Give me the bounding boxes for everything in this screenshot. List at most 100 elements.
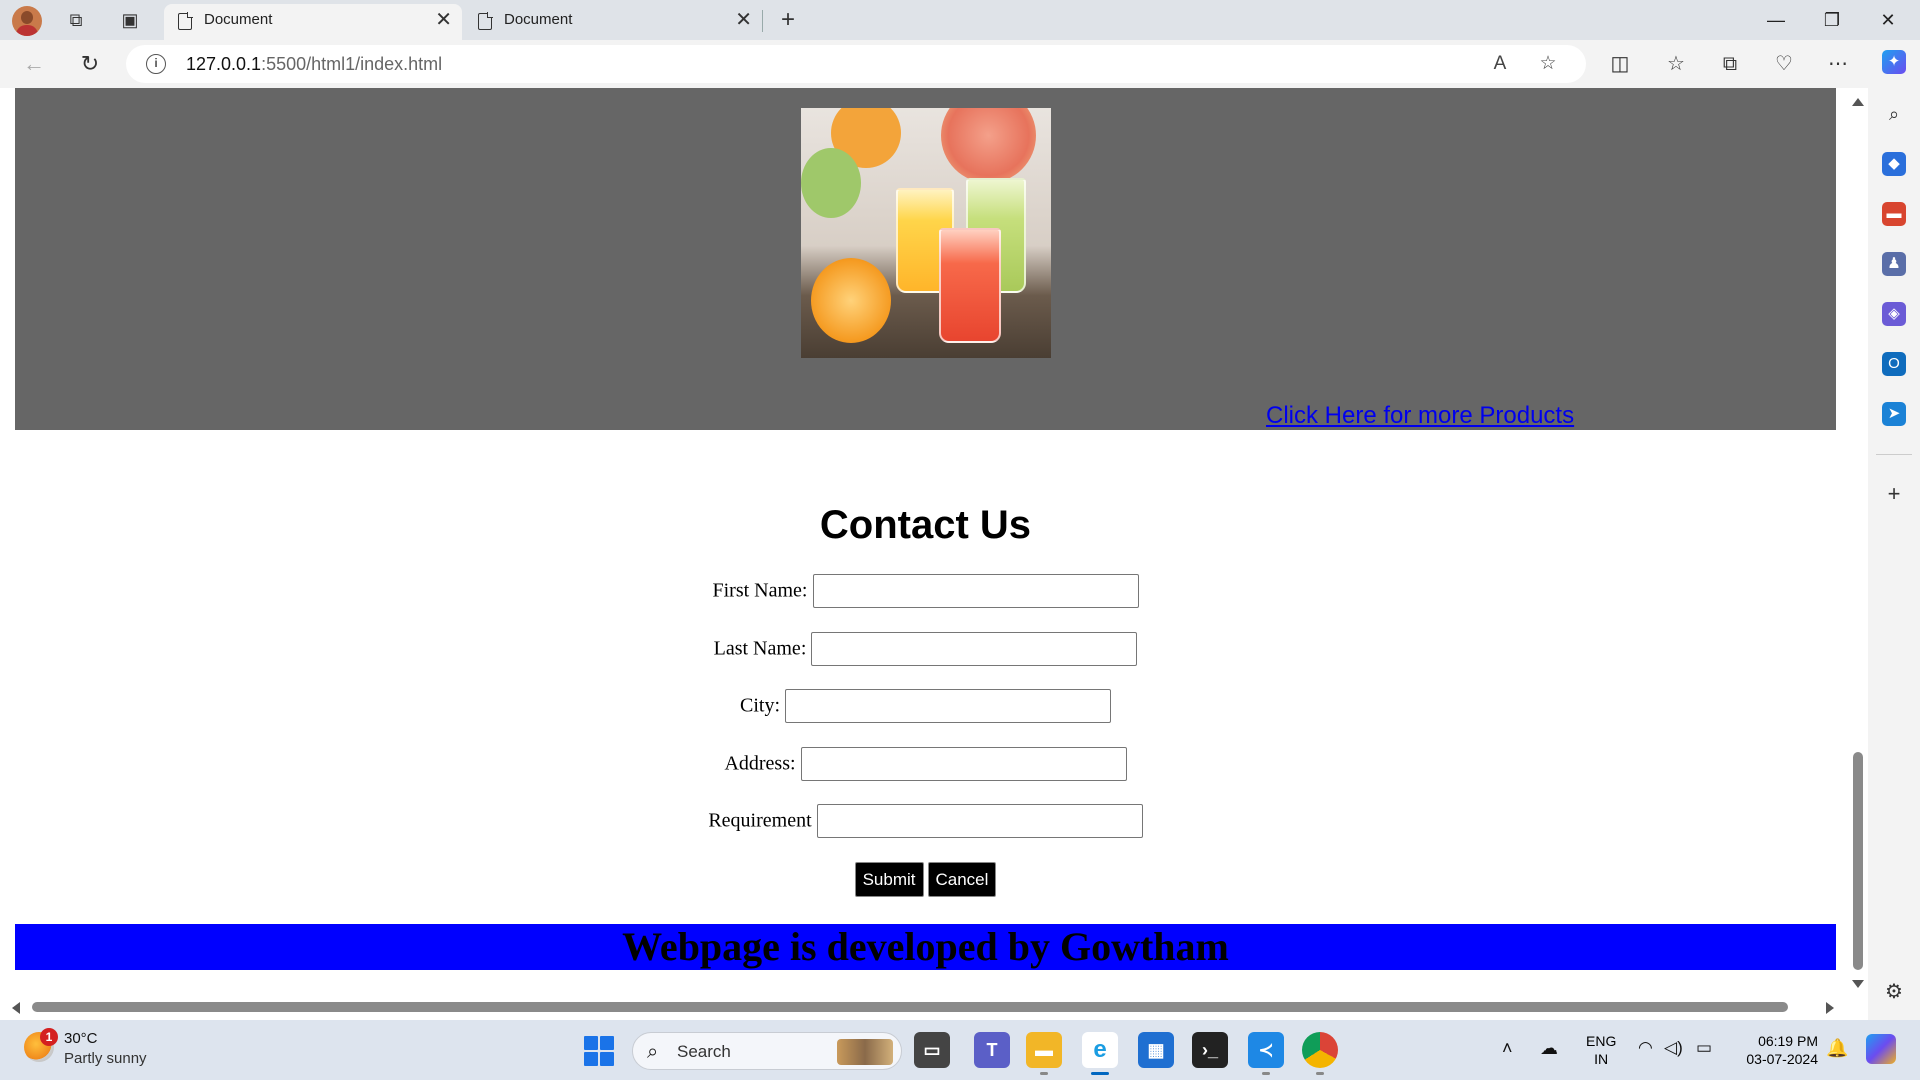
submit-button[interactable]: Submit bbox=[854, 862, 924, 897]
file-explorer-icon[interactable]: ▬ bbox=[1026, 1032, 1062, 1068]
horizontal-scrollbar[interactable] bbox=[0, 994, 1848, 1020]
more-menu-icon[interactable]: ⋯ bbox=[1822, 48, 1854, 80]
workspaces-icon[interactable]: ⧉ bbox=[64, 8, 88, 32]
start-tile bbox=[584, 1052, 598, 1066]
profile-avatar[interactable] bbox=[12, 6, 42, 36]
address-bar[interactable]: i 127.0.0.1:5500/html1/index.html A ☆ bbox=[126, 45, 1586, 83]
search-highlight-image bbox=[837, 1039, 893, 1065]
app-running-indicator bbox=[1262, 1072, 1270, 1075]
scroll-up-arrow[interactable] bbox=[1852, 98, 1864, 106]
first-name-label: First Name: bbox=[712, 579, 808, 602]
send-icon[interactable]: ➤ bbox=[1882, 402, 1906, 426]
first-name-row: First Name: bbox=[0, 574, 1851, 608]
weather-description[interactable]: Partly sunny bbox=[64, 1050, 147, 1067]
scroll-right-arrow[interactable] bbox=[1826, 1002, 1834, 1014]
city-label: City: bbox=[739, 694, 780, 717]
teams-icon[interactable]: T bbox=[974, 1032, 1010, 1068]
tab-actions-icon[interactable]: ▣ bbox=[118, 8, 142, 32]
start-tile bbox=[600, 1036, 614, 1050]
requirement-input[interactable] bbox=[816, 804, 1143, 838]
games-icon[interactable]: ♟ bbox=[1882, 252, 1906, 276]
copilot-taskbar-icon[interactable] bbox=[1866, 1034, 1896, 1064]
start-tile bbox=[584, 1036, 598, 1050]
close-tab-icon[interactable]: ✕ bbox=[435, 4, 452, 36]
outlook-icon[interactable]: O bbox=[1882, 352, 1906, 376]
battery-icon[interactable]: ▭ bbox=[1696, 1038, 1712, 1080]
settings-icon[interactable]: ⚙ bbox=[1882, 980, 1906, 1004]
minimize-button[interactable]: — bbox=[1748, 0, 1804, 40]
favorites-icon[interactable]: ☆ bbox=[1660, 48, 1692, 80]
avatar-shirt bbox=[16, 25, 38, 36]
add-icon[interactable]: + bbox=[1882, 482, 1906, 506]
shopping-tag-icon[interactable]: ◆ bbox=[1882, 152, 1906, 176]
horizontal-scroll-thumb[interactable] bbox=[32, 1002, 1788, 1012]
language-indicator[interactable]: ENG IN bbox=[1586, 1032, 1616, 1068]
browser-title-bar: ⧉ ▣ Document ✕ Document ✕ + — ❐ ✕ bbox=[0, 0, 1920, 40]
city-input[interactable] bbox=[785, 689, 1111, 723]
url-text[interactable]: 127.0.0.1:5500/html1/index.html bbox=[186, 54, 442, 75]
site-info-icon[interactable]: i bbox=[146, 54, 166, 74]
close-window-button[interactable]: ✕ bbox=[1860, 0, 1916, 40]
favorite-star-icon[interactable]: ☆ bbox=[1536, 52, 1560, 76]
url-path: :5500/html1/index.html bbox=[261, 54, 443, 74]
requirement-row: Requirement bbox=[0, 804, 1851, 838]
vscode-icon[interactable]: ≺ bbox=[1248, 1032, 1284, 1068]
contact-us-heading: Contact Us bbox=[819, 503, 1032, 547]
volume-icon[interactable]: ◁) bbox=[1664, 1038, 1683, 1080]
scroll-down-arrow[interactable] bbox=[1852, 980, 1864, 988]
last-name-label: Last Name: bbox=[713, 637, 807, 660]
onedrive-icon[interactable]: ☁ bbox=[1540, 1038, 1558, 1080]
taskbar-search[interactable]: ⌕ Search bbox=[632, 1032, 902, 1070]
start-button[interactable] bbox=[584, 1036, 614, 1066]
app-running-indicator bbox=[1316, 1072, 1324, 1075]
orange-half bbox=[811, 258, 891, 343]
edge-icon[interactable]: e bbox=[1082, 1032, 1118, 1068]
microsoft365-icon[interactable]: ◈ bbox=[1882, 302, 1906, 326]
task-view-icon[interactable]: ▭ bbox=[914, 1032, 950, 1068]
tab-document-2[interactable]: Document ✕ bbox=[464, 4, 762, 40]
last-name-input[interactable] bbox=[811, 632, 1138, 666]
red-juice-glass bbox=[939, 228, 1001, 343]
collections-icon[interactable]: ⧉ bbox=[1714, 48, 1746, 80]
juicer bbox=[801, 148, 861, 218]
windows-taskbar: 1 30°C Partly sunny ⌕ Search ▭ T ▬ e ▦ ›… bbox=[0, 1020, 1920, 1080]
weather-temperature[interactable]: 30°C bbox=[64, 1030, 98, 1047]
document-icon bbox=[478, 12, 493, 30]
avatar-face bbox=[21, 11, 33, 24]
browser-essentials-icon[interactable]: ♡ bbox=[1768, 48, 1800, 80]
app-running-indicator bbox=[1040, 1072, 1048, 1075]
clock-date: 03-07-2024 bbox=[1746, 1051, 1818, 1067]
start-tile bbox=[600, 1052, 614, 1066]
refresh-icon[interactable]: ↻ bbox=[74, 48, 106, 80]
copilot-icon[interactable]: ✦ bbox=[1882, 50, 1906, 74]
more-products-link[interactable]: Click Here for more Products bbox=[1266, 402, 1574, 430]
scroll-left-arrow[interactable] bbox=[12, 1002, 20, 1014]
language-line1: ENG bbox=[1586, 1033, 1617, 1049]
vertical-scroll-thumb[interactable] bbox=[1853, 752, 1863, 970]
search-icon[interactable]: ⌕ bbox=[1882, 102, 1906, 126]
split-screen-icon[interactable]: ◫ bbox=[1604, 48, 1636, 80]
first-name-input[interactable] bbox=[812, 574, 1139, 608]
chevron-up-icon[interactable]: ˄ bbox=[1502, 1038, 1513, 1080]
address-input[interactable] bbox=[800, 747, 1127, 781]
form-buttons: Submit Cancel bbox=[0, 862, 1851, 897]
tools-icon[interactable]: ▬ bbox=[1882, 202, 1906, 226]
city-row: City: bbox=[0, 689, 1851, 723]
close-tab-icon[interactable]: ✕ bbox=[735, 4, 752, 36]
terminal-icon[interactable]: ›_ bbox=[1192, 1032, 1228, 1068]
requirement-label: Requirement bbox=[708, 809, 812, 832]
notification-bell-icon[interactable]: 🔔 bbox=[1826, 1038, 1848, 1080]
clock[interactable]: 06:19 PM 03-07-2024 bbox=[1738, 1032, 1818, 1068]
wifi-icon[interactable]: ◠ bbox=[1638, 1038, 1653, 1080]
tab-document-1[interactable]: Document ✕ bbox=[164, 4, 462, 40]
vertical-scrollbar[interactable] bbox=[1848, 88, 1868, 994]
microsoft-store-icon[interactable]: ▦ bbox=[1138, 1032, 1174, 1068]
cancel-button[interactable]: Cancel bbox=[927, 862, 997, 897]
restore-button[interactable]: ❐ bbox=[1804, 0, 1860, 40]
chrome-icon[interactable] bbox=[1302, 1032, 1338, 1068]
read-aloud-icon[interactable]: A bbox=[1488, 52, 1512, 76]
clock-time: 06:19 PM bbox=[1758, 1033, 1818, 1049]
search-placeholder: Search bbox=[677, 1042, 731, 1061]
back-icon[interactable]: ← bbox=[18, 48, 50, 80]
new-tab-icon[interactable]: + bbox=[776, 8, 800, 32]
